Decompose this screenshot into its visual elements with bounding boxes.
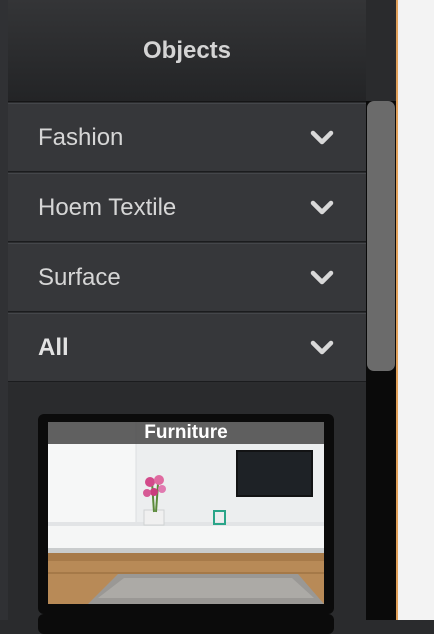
thumbnail-caption: Furniture [48, 422, 324, 444]
left-edge-strip [0, 0, 8, 620]
object-thumbnail-list: Furniture [8, 384, 366, 634]
accordion-item-home-textile[interactable]: Hoem Textile [8, 173, 366, 242]
furniture-thumbnail-image: Furniture [48, 422, 324, 604]
chevron-down-icon[interactable] [310, 130, 334, 146]
thumbnail-card-furniture[interactable]: Furniture [38, 414, 334, 614]
thumbnail-card-next[interactable] [38, 614, 334, 634]
objects-panel: Objects Fashion Hoem Textile Surface All [8, 0, 366, 634]
living-room-image [48, 422, 324, 604]
chevron-down-icon[interactable] [310, 200, 334, 216]
accordion-item-label: All [38, 333, 69, 361]
panel-scrollbar-thumb[interactable] [367, 101, 395, 371]
accordion-item-fashion[interactable]: Fashion [8, 103, 366, 172]
accordion-item-label: Fashion [38, 123, 124, 151]
panel-header: Objects [8, 0, 366, 102]
panel-scrollbar-track[interactable] [366, 101, 396, 620]
accordion-item-label: Hoem Textile [38, 193, 177, 221]
chevron-down-icon[interactable] [310, 340, 334, 356]
chevron-down-icon[interactable] [310, 270, 334, 286]
panel-title: Objects [142, 36, 232, 64]
canvas-area[interactable] [396, 0, 434, 620]
accordion-item-surface[interactable]: Surface [8, 243, 366, 312]
category-accordion: Fashion Hoem Textile Surface All [8, 103, 366, 383]
accordion-item-label: Surface [38, 263, 121, 291]
accordion-item-all[interactable]: All [8, 313, 366, 382]
